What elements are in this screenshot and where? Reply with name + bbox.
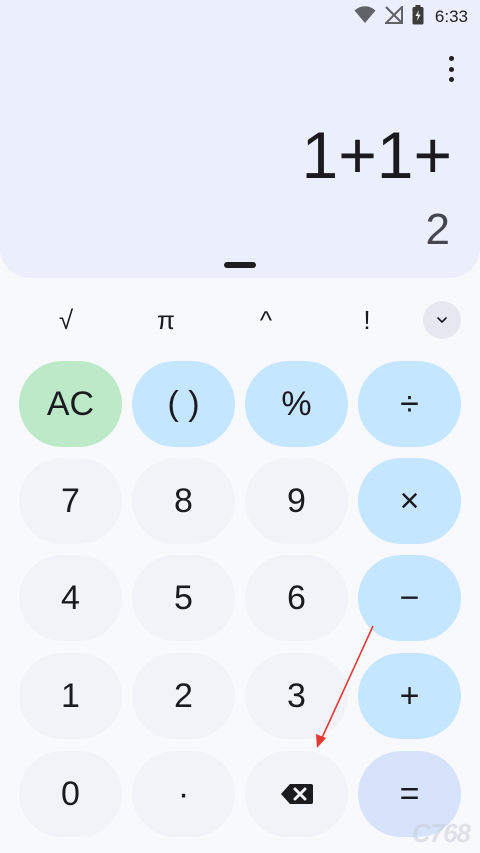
- digit-8-button[interactable]: 8: [132, 458, 235, 544]
- factorial-button[interactable]: !: [327, 296, 407, 344]
- minus-button[interactable]: −: [358, 555, 461, 641]
- pi-button[interactable]: π: [126, 296, 206, 344]
- clear-button[interactable]: AC: [19, 361, 122, 447]
- plus-button[interactable]: +: [358, 653, 461, 739]
- digit-0-button[interactable]: 0: [19, 751, 122, 837]
- expand-scientific-button[interactable]: [423, 301, 461, 339]
- digit-2-button[interactable]: 2: [132, 653, 235, 739]
- percent-button[interactable]: %: [245, 361, 348, 447]
- status-time: 6:33: [434, 7, 468, 26]
- chevron-down-icon: [437, 317, 447, 323]
- power-button[interactable]: ^: [226, 296, 306, 344]
- wifi-icon: [354, 5, 376, 29]
- digit-7-button[interactable]: 7: [19, 458, 122, 544]
- backspace-button[interactable]: [245, 751, 348, 837]
- divide-button[interactable]: ÷: [358, 361, 461, 447]
- parentheses-button[interactable]: ( ): [132, 361, 235, 447]
- digit-5-button[interactable]: 5: [132, 555, 235, 641]
- drag-handle[interactable]: [224, 262, 256, 268]
- scientific-row: √ π ^ !: [0, 296, 480, 344]
- digit-1-button[interactable]: 1: [19, 653, 122, 739]
- digit-6-button[interactable]: 6: [245, 555, 348, 641]
- digit-4-button[interactable]: 4: [19, 555, 122, 641]
- expression-display: 1+1+: [301, 118, 453, 192]
- multiply-button[interactable]: ×: [358, 458, 461, 544]
- digit-3-button[interactable]: 3: [245, 653, 348, 739]
- battery-charging-icon: [412, 4, 424, 30]
- status-bar: 6:33: [0, 0, 480, 34]
- backspace-icon: [280, 784, 313, 804]
- result-display: 2: [425, 205, 450, 254]
- sqrt-button[interactable]: √: [26, 296, 106, 344]
- signal-off-icon: [383, 4, 403, 29]
- digit-9-button[interactable]: 9: [245, 458, 348, 544]
- decimal-button[interactable]: ·: [132, 751, 235, 837]
- more-options-icon[interactable]: [443, 56, 459, 82]
- equals-button[interactable]: =: [358, 751, 461, 837]
